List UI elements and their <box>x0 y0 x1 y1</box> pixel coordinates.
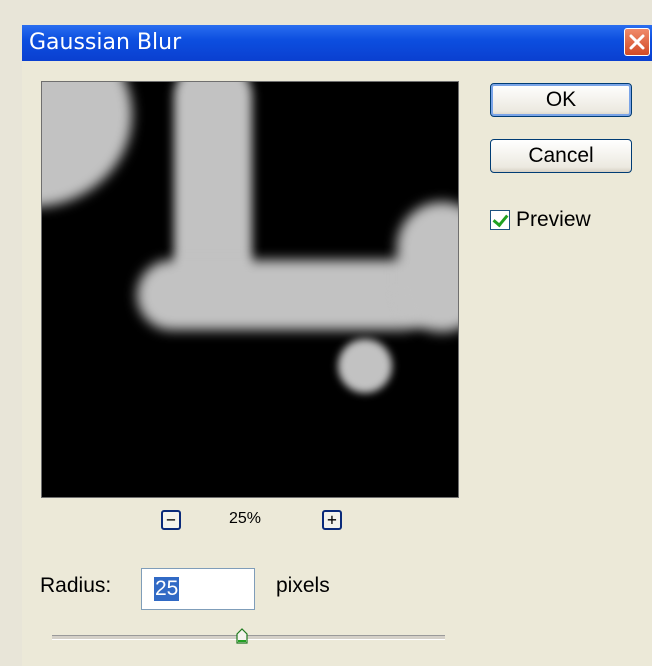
zoom-in-icon: + <box>327 510 337 529</box>
preview-shape <box>338 339 392 393</box>
zoom-out-button[interactable]: − <box>161 510 181 530</box>
window-title: Gaussian Blur <box>29 30 182 55</box>
preview-checkbox-row[interactable]: Preview <box>490 208 591 232</box>
zoom-level: 25% <box>229 510 262 527</box>
preview-label: Preview <box>516 208 591 231</box>
preview-checkbox[interactable] <box>490 210 510 230</box>
preview-shape <box>397 202 458 332</box>
close-icon <box>629 34 645 50</box>
zoom-out-icon: − <box>166 510 176 529</box>
radius-slider-thumb[interactable] <box>236 628 248 644</box>
radius-slider-track[interactable] <box>52 635 445 640</box>
zoom-in-button[interactable]: + <box>322 510 342 530</box>
preview-shape <box>42 82 132 207</box>
ok-button[interactable]: OK <box>490 83 632 117</box>
radius-label: Radius: <box>40 574 112 597</box>
gaussian-blur-dialog: Gaussian Blur − 25% + OK Cancel Preview … <box>22 25 652 666</box>
cancel-button[interactable]: Cancel <box>490 139 632 173</box>
zoom-controls: − 25% + <box>22 508 502 538</box>
close-button[interactable] <box>624 28 650 56</box>
pixels-unit-label: pixels <box>276 574 330 597</box>
radius-input[interactable]: 25 <box>141 568 255 610</box>
radius-row: Radius: 25 pixels <box>40 568 460 610</box>
radius-value: 25 <box>154 577 180 601</box>
title-bar[interactable]: Gaussian Blur <box>22 25 652 61</box>
preview-shape <box>137 260 437 330</box>
preview-area[interactable] <box>41 81 459 498</box>
checkmark-icon <box>492 210 509 228</box>
